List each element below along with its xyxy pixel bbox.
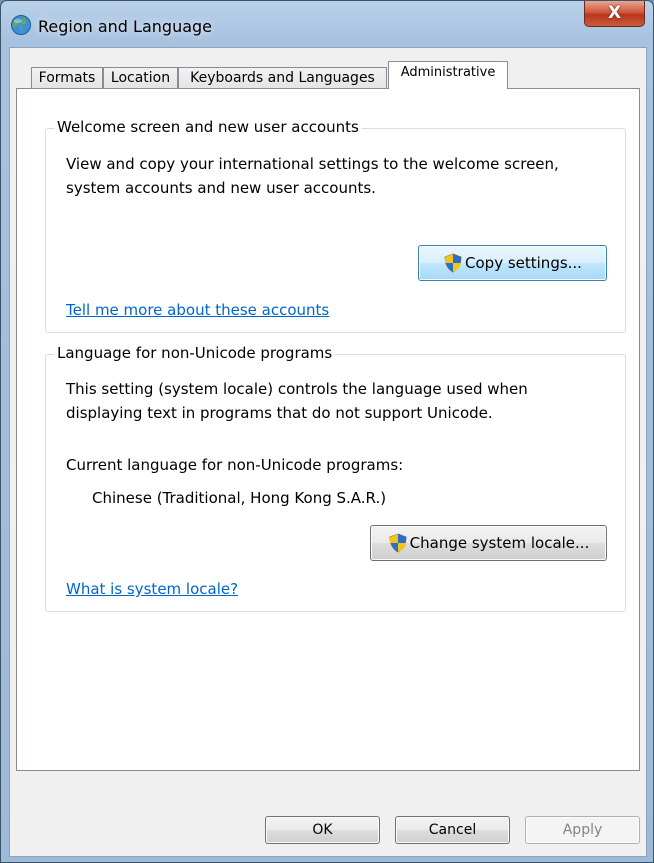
tab-formats[interactable]: Formats [31, 67, 103, 89]
ok-button[interactable]: OK [265, 816, 380, 844]
title-bar[interactable]: Region and Language X [1, 1, 653, 37]
accounts-help-link[interactable]: Tell me more about these accounts [66, 301, 329, 319]
current-language-value: Chinese (Traditional, Hong Kong S.A.R.) [92, 489, 387, 507]
tab-location[interactable]: Location [103, 67, 178, 89]
close-button[interactable]: X [584, 1, 645, 27]
tab-administrative[interactable]: Administrative [388, 61, 508, 89]
uac-shield-icon [444, 253, 462, 273]
locale-description-line-2: displaying text in programs that do not … [66, 404, 493, 422]
uac-shield-icon [389, 533, 407, 553]
welcome-description-line-1: View and copy your international setting… [66, 155, 559, 173]
copy-settings-label: Copy settings... [465, 254, 582, 272]
locale-description-line-1: This setting (system locale) controls th… [66, 380, 528, 398]
change-system-locale-label: Change system locale... [409, 534, 590, 552]
welcome-description-line-2: system accounts and new user accounts. [66, 179, 376, 197]
group-title-welcome: Welcome screen and new user accounts [54, 118, 362, 136]
apply-button[interactable]: Apply [525, 816, 640, 844]
current-language-label: Current language for non-Unicode program… [66, 456, 404, 474]
window-title: Region and Language [38, 17, 213, 36]
tab-panel-administrative: Welcome screen and new user accounts Vie… [16, 88, 640, 771]
copy-settings-button[interactable]: Copy settings... [418, 245, 607, 281]
tab-keyboards-and-languages[interactable]: Keyboards and Languages [178, 67, 387, 89]
system-locale-help-link[interactable]: What is system locale? [66, 580, 238, 598]
group-title-non-unicode: Language for non-Unicode programs [54, 344, 336, 362]
cancel-button[interactable]: Cancel [395, 816, 510, 844]
dialog-window: Region and Language X Formats Location K… [0, 0, 654, 863]
globe-icon [11, 15, 31, 35]
change-system-locale-button[interactable]: Change system locale... [370, 525, 607, 561]
